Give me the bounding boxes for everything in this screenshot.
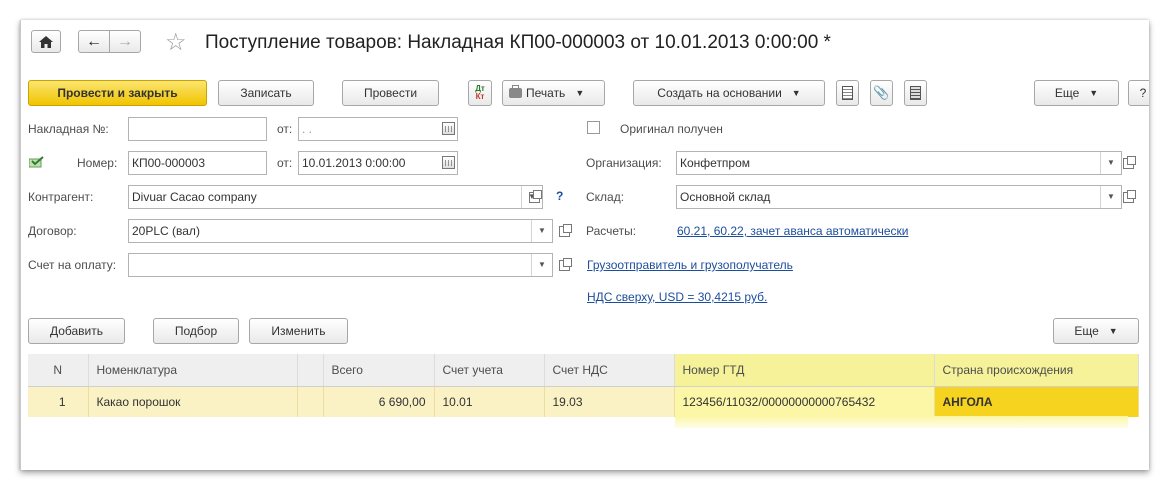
calendar-icon[interactable] [442,156,455,169]
arrow-right-icon: → [117,32,133,50]
print-button[interactable]: Печать ▼ [502,80,605,106]
report-button[interactable] [836,80,859,106]
goods-table: N Номенклатура Всего Счет учета Счет НДС… [28,354,1139,417]
chevron-down-icon: ▼ [791,88,801,98]
highlight-glow [675,416,1128,428]
chevron-down-icon: ▼ [1089,88,1099,98]
more-label: Еще [1054,86,1080,100]
list-icon [910,86,921,100]
org-value: Конфетпром [680,156,751,170]
chevron-down-icon: ▼ [575,88,585,98]
dt-kt-button[interactable]: Дт Кт [468,80,492,106]
warehouse-value: Основной склад [680,190,771,204]
print-label: Печать [526,86,566,100]
forward-button[interactable]: → [109,30,141,53]
counterparty-label: Контрагент: [28,190,94,204]
column-header[interactable]: Всего [323,354,435,387]
contract-label: Договор: [28,224,77,238]
date-value: 10.01.2013 0:00:00 [302,156,406,170]
document-window: ← → ☆ Поступление товаров: Накладная КП0… [20,20,1149,470]
number-input[interactable]: КП00-000003 [128,151,267,175]
document-icon [842,86,853,100]
column-header[interactable]: N [28,354,89,387]
create-based-label: Создать на основании [657,86,782,100]
post-button[interactable]: Провести [342,80,439,106]
cell-account[interactable]: 10.01 [434,386,545,417]
counterparty-input[interactable]: Divuar Cacao company ▼ [128,185,543,209]
settlements-label: Расчеты: [586,224,637,238]
home-button[interactable] [31,30,61,53]
attachments-button[interactable]: 📎 [870,80,893,106]
invoice-date-value: . . [302,122,313,136]
change-button[interactable]: Изменить [249,318,348,344]
posted-check-icon [28,156,44,168]
column-header[interactable]: Счет НДС [544,354,675,387]
column-header[interactable]: Страна происхождения [934,354,1139,387]
table-header-row: N Номенклатура Всего Счет учета Счет НДС… [28,354,1139,387]
payment-label: Счет на оплату: [28,258,117,272]
vat-link[interactable]: НДС сверху, USD = 30,4215 руб. [587,290,767,304]
invoice-date-label: от: [277,122,293,136]
help-question[interactable]: ? [556,189,563,203]
warehouse-input[interactable]: Основной склад ▼ [676,185,1122,209]
back-button[interactable]: ← [78,30,110,53]
date-label: от: [277,156,293,170]
help-button[interactable]: ? [1128,80,1149,106]
table-more-label: Еще [1074,324,1099,338]
page-title: Поступление товаров: Накладная КП00-0000… [205,32,831,53]
dt-kt-icon: Дт Кт [475,84,485,101]
original-checkbox[interactable] [587,121,600,134]
column-header[interactable] [297,354,324,387]
cell-empty[interactable] [297,386,324,417]
add-button[interactable]: Добавить [28,318,125,344]
calendar-icon[interactable] [442,122,455,135]
org-label: Организация: [586,156,662,170]
open-icon[interactable] [1118,152,1138,174]
cell-origin-country[interactable]: АНГОЛА [934,386,1139,417]
cell-nomenclature[interactable]: Какао порошок [88,386,298,417]
date-input[interactable]: 10.01.2013 0:00:00 [298,151,458,175]
payment-input[interactable]: ▼ [128,253,553,277]
table-more-button[interactable]: Еще ▼ [1053,318,1139,344]
list-button[interactable] [904,80,927,106]
warehouse-label: Склад: [586,190,625,204]
column-header[interactable]: Счет учета [434,354,545,387]
printer-icon [509,85,522,98]
invoice-date-input[interactable]: . . [298,117,458,141]
contract-input[interactable]: 20PLC (вал) ▼ [128,219,553,243]
save-button[interactable]: Записать [218,80,314,106]
table-row[interactable]: 1 Какао порошок 6 690,00 10.01 19.03 123… [28,386,1139,417]
chevron-down-icon[interactable]: ▼ [531,220,552,242]
paperclip-icon: 📎 [873,85,890,100]
chevron-down-icon: ▼ [1108,326,1118,336]
column-header[interactable]: Номер ГТД [674,354,935,387]
counterparty-value: Divuar Cacao company [132,190,257,204]
contract-value: 20PLC (вал) [132,224,200,238]
open-icon[interactable] [554,254,574,276]
arrow-left-icon: ← [86,32,102,50]
invoice-no-label: Накладная №: [28,122,109,136]
more-button[interactable]: Еще ▼ [1034,80,1119,106]
chevron-down-icon[interactable]: ▼ [531,254,552,276]
cell-n[interactable]: 1 [28,386,89,417]
open-icon[interactable] [524,186,544,208]
open-icon[interactable] [554,220,574,242]
home-icon [39,35,53,48]
cell-total[interactable]: 6 690,00 [323,386,435,417]
shipper-link[interactable]: Грузоотправитель и грузополучатель [587,258,793,272]
cell-vat-account[interactable]: 19.03 [544,386,675,417]
column-header[interactable]: Номенклатура [88,354,298,387]
original-label: Оригинал получен [620,122,723,136]
cell-gtd-number[interactable]: 123456/11032/00000000000765432 [674,386,935,417]
create-based-on-button[interactable]: Создать на основании ▼ [633,80,825,106]
star-icon[interactable]: ☆ [165,28,187,57]
invoice-no-input[interactable] [128,117,267,141]
settlements-link[interactable]: 60.21, 60.22, зачет аванса автоматически [677,224,908,238]
number-label: Номер: [77,156,118,170]
open-icon[interactable] [1118,186,1138,208]
post-and-close-button[interactable]: Провести и закрыть [28,80,207,106]
pick-button[interactable]: Подбор [153,318,239,344]
org-input[interactable]: Конфетпром ▼ [676,151,1122,175]
